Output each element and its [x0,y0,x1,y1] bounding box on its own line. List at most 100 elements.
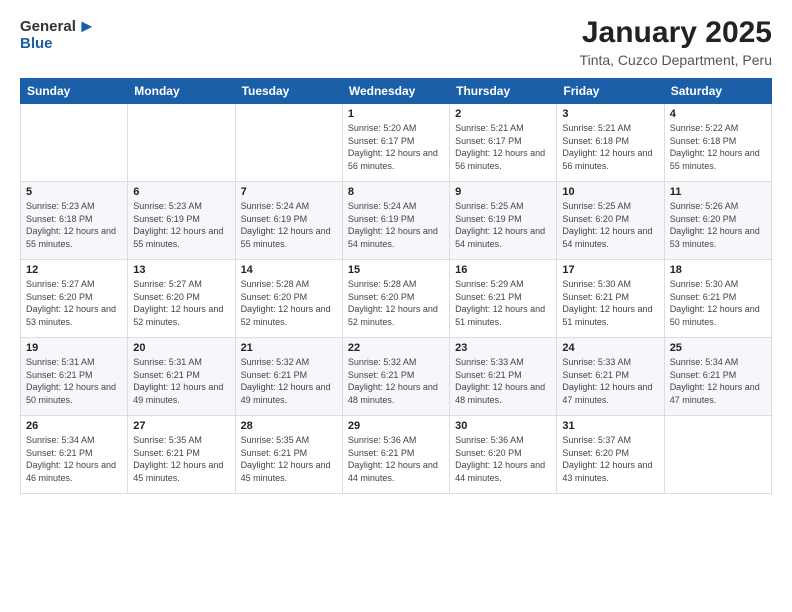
calendar-cell: 26 Sunrise: 5:34 AMSunset: 6:21 PMDayligh… [21,416,128,494]
day-number: 23 [455,342,551,354]
calendar-week-1: 1 Sunrise: 5:20 AMSunset: 6:17 PMDaylight… [21,104,772,182]
calendar-week-3: 12 Sunrise: 5:27 AMSunset: 6:20 PMDayligh… [21,260,772,338]
calendar-cell: 17Sunrise: 5:30 AMSunset: 6:21 PMDayligh… [557,260,664,338]
day-info: Sunrise: 5:34 AMSunset: 6:21 PMDaylight:… [26,434,122,484]
day-info: Sunrise: 5:36 AMSunset: 6:21 PMDaylight:… [348,434,444,484]
day-number: 27 [133,420,229,432]
day-info: Sunrise: 5:33 AMSunset: 6:21 PMDaylight:… [562,356,658,406]
calendar-cell [21,104,128,182]
calendar-cell [128,104,235,182]
day-info: Sunrise: 5:23 AMSunset: 6:19 PMDaylight:… [133,200,229,250]
calendar-cell: 22 Sunrise: 5:32 AMSunset: 6:21 PMDayligh… [342,338,449,416]
day-info: Sunrise: 5:26 AMSunset: 6:20 PMDaylight:… [670,200,766,250]
day-info: Sunrise: 5:20 AMSunset: 6:17 PMDaylight:… [348,122,444,172]
calendar-cell: 12 Sunrise: 5:27 AMSunset: 6:20 PMDayligh… [21,260,128,338]
day-number: 3 [562,108,658,120]
day-number: 2 [455,108,551,120]
calendar-cell: 27Sunrise: 5:35 AMSunset: 6:21 PMDayligh… [128,416,235,494]
calendar-header-saturday: Saturday [664,79,771,104]
calendar-cell: 11 Sunrise: 5:26 AMSunset: 6:20 PMDayligh… [664,182,771,260]
day-number: 17 [562,264,658,276]
day-number: 15 [348,264,444,276]
calendar-cell: 7Sunrise: 5:24 AMSunset: 6:19 PMDaylight… [235,182,342,260]
day-number: 12 [26,264,122,276]
day-info: Sunrise: 5:33 AMSunset: 6:21 PMDaylight:… [455,356,551,406]
calendar-cell: 14 Sunrise: 5:28 AMSunset: 6:20 PMDayligh… [235,260,342,338]
logo: General ► Blue [20,16,96,52]
calendar-cell: 15 Sunrise: 5:28 AMSunset: 6:20 PMDayligh… [342,260,449,338]
logo-icon: ► [78,16,96,37]
calendar-cell: 23 Sunrise: 5:33 AMSunset: 6:21 PMDayligh… [450,338,557,416]
day-info: Sunrise: 5:31 AMSunset: 6:21 PMDaylight:… [26,356,122,406]
day-info: Sunrise: 5:22 AMSunset: 6:18 PMDaylight:… [670,122,766,172]
day-number: 13 [133,264,229,276]
subtitle: Tinta, Cuzco Department, Peru [580,52,772,68]
day-info: Sunrise: 5:21 AMSunset: 6:17 PMDaylight:… [455,122,551,172]
day-number: 1 [348,108,444,120]
day-number: 11 [670,186,766,198]
calendar-cell: 9 Sunrise: 5:25 AMSunset: 6:19 PMDaylight… [450,182,557,260]
day-number: 9 [455,186,551,198]
calendar-cell [664,416,771,494]
day-info: Sunrise: 5:32 AMSunset: 6:21 PMDaylight:… [348,356,444,406]
day-number: 31 [562,420,658,432]
calendar-cell: 8 Sunrise: 5:24 AMSunset: 6:19 PMDaylight… [342,182,449,260]
calendar-header-wednesday: Wednesday [342,79,449,104]
day-number: 21 [241,342,337,354]
page: General ► Blue January 2025 Tinta, Cuzco… [0,0,792,612]
main-title: January 2025 [580,16,772,50]
calendar-cell: 5Sunrise: 5:23 AMSunset: 6:18 PMDaylight… [21,182,128,260]
calendar-cell: 21 Sunrise: 5:32 AMSunset: 6:21 PMDayligh… [235,338,342,416]
day-number: 6 [133,186,229,198]
day-number: 8 [348,186,444,198]
title-block: January 2025 Tinta, Cuzco Department, Pe… [580,16,772,68]
day-info: Sunrise: 5:21 AMSunset: 6:18 PMDaylight:… [562,122,658,172]
day-info: Sunrise: 5:23 AMSunset: 6:18 PMDaylight:… [26,200,122,250]
day-info: Sunrise: 5:35 AMSunset: 6:21 PMDaylight:… [241,434,337,484]
calendar-cell: 2 Sunrise: 5:21 AMSunset: 6:17 PMDaylight… [450,104,557,182]
calendar-cell: 20 Sunrise: 5:31 AMSunset: 6:21 PMDayligh… [128,338,235,416]
logo-general-text: General [20,18,76,35]
calendar-header-sunday: Sunday [21,79,128,104]
day-info: Sunrise: 5:27 AMSunset: 6:20 PMDaylight:… [133,278,229,328]
day-info: Sunrise: 5:30 AMSunset: 6:21 PMDaylight:… [670,278,766,328]
day-number: 14 [241,264,337,276]
calendar-cell: 19 Sunrise: 5:31 AMSunset: 6:21 PMDayligh… [21,338,128,416]
day-number: 25 [670,342,766,354]
day-info: Sunrise: 5:34 AMSunset: 6:21 PMDaylight:… [670,356,766,406]
day-number: 26 [26,420,122,432]
calendar-cell: 31Sunrise: 5:37 AMSunset: 6:20 PMDayligh… [557,416,664,494]
header: General ► Blue January 2025 Tinta, Cuzco… [20,16,772,68]
calendar: SundayMondayTuesdayWednesdayThursdayFrid… [20,78,772,494]
day-info: Sunrise: 5:25 AMSunset: 6:19 PMDaylight:… [455,200,551,250]
day-number: 16 [455,264,551,276]
calendar-cell: 13 Sunrise: 5:27 AMSunset: 6:20 PMDayligh… [128,260,235,338]
day-info: Sunrise: 5:28 AMSunset: 6:20 PMDaylight:… [348,278,444,328]
day-info: Sunrise: 5:24 AMSunset: 6:19 PMDaylight:… [241,200,337,250]
calendar-cell [235,104,342,182]
calendar-week-5: 26 Sunrise: 5:34 AMSunset: 6:21 PMDayligh… [21,416,772,494]
day-info: Sunrise: 5:31 AMSunset: 6:21 PMDaylight:… [133,356,229,406]
day-info: Sunrise: 5:27 AMSunset: 6:20 PMDaylight:… [26,278,122,328]
calendar-week-4: 19 Sunrise: 5:31 AMSunset: 6:21 PMDayligh… [21,338,772,416]
calendar-header-friday: Friday [557,79,664,104]
calendar-cell: 18Sunrise: 5:30 AMSunset: 6:21 PMDayligh… [664,260,771,338]
calendar-cell: 24 Sunrise: 5:33 AMSunset: 6:21 PMDayligh… [557,338,664,416]
day-number: 29 [348,420,444,432]
calendar-cell: 29 Sunrise: 5:36 AMSunset: 6:21 PMDayligh… [342,416,449,494]
day-number: 30 [455,420,551,432]
day-info: Sunrise: 5:24 AMSunset: 6:19 PMDaylight:… [348,200,444,250]
calendar-cell: 1 Sunrise: 5:20 AMSunset: 6:17 PMDaylight… [342,104,449,182]
day-info: Sunrise: 5:28 AMSunset: 6:20 PMDaylight:… [241,278,337,328]
calendar-week-2: 5Sunrise: 5:23 AMSunset: 6:18 PMDaylight… [21,182,772,260]
calendar-cell: 16Sunrise: 5:29 AMSunset: 6:21 PMDayligh… [450,260,557,338]
calendar-cell: 28Sunrise: 5:35 AMSunset: 6:21 PMDayligh… [235,416,342,494]
calendar-header-thursday: Thursday [450,79,557,104]
day-info: Sunrise: 5:32 AMSunset: 6:21 PMDaylight:… [241,356,337,406]
day-info: Sunrise: 5:36 AMSunset: 6:20 PMDaylight:… [455,434,551,484]
day-number: 19 [26,342,122,354]
day-number: 22 [348,342,444,354]
day-number: 24 [562,342,658,354]
day-number: 20 [133,342,229,354]
calendar-cell: 6 Sunrise: 5:23 AMSunset: 6:19 PMDaylight… [128,182,235,260]
